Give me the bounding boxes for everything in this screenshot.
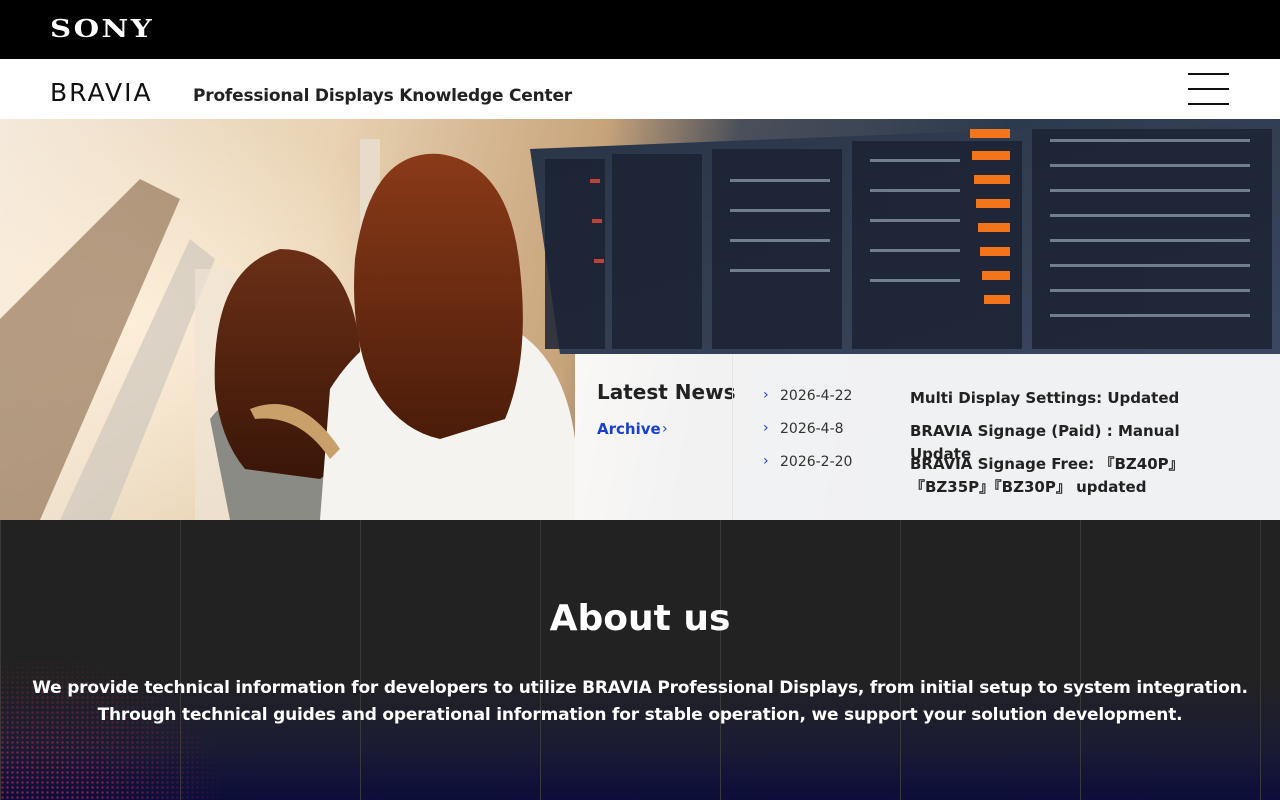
- grid-line: [360, 520, 361, 800]
- chevron-right-icon: ›: [763, 387, 769, 403]
- grid-line: [540, 520, 541, 800]
- news-date: 2026-2-20: [780, 454, 853, 470]
- menu-line: [1188, 88, 1229, 90]
- hamburger-menu-icon[interactable]: [1188, 73, 1230, 105]
- news-title[interactable]: Multi Display Settings: Updated: [910, 387, 1240, 410]
- grid-line: [1080, 520, 1081, 800]
- about-text-line-2: Through technical guides and operational…: [97, 705, 1183, 725]
- latest-news-panel: Latest News Archive › › 2026-4-22 Multi …: [575, 354, 1280, 520]
- about-title: About us: [549, 598, 731, 639]
- about-text-line-1: We provide technical information for dev…: [32, 678, 1248, 698]
- hero-image: Latest News Archive › › 2026-4-22 Multi …: [0, 119, 1280, 520]
- sony-bar: SONY: [0, 0, 1280, 59]
- chevron-right-icon: ›: [662, 421, 668, 437]
- news-title[interactable]: BRAVIA Signage Free: 『BZ40P』『BZ35P』『BZ30…: [910, 453, 1210, 499]
- menu-line: [1188, 73, 1229, 75]
- grid-line: [900, 520, 901, 800]
- menu-line: [1188, 103, 1229, 105]
- grid-line: [720, 520, 721, 800]
- sony-logo[interactable]: SONY: [50, 14, 154, 43]
- news-date: 2026-4-8: [780, 421, 844, 437]
- news-date: 2026-4-22: [780, 388, 853, 404]
- grid-line: [1260, 520, 1261, 800]
- site-title[interactable]: Professional Displays Knowledge Center: [193, 86, 572, 106]
- bravia-logo[interactable]: BRAVIA: [50, 80, 153, 105]
- archive-link[interactable]: Archive: [597, 420, 661, 438]
- site-header: BRAVIA Professional Displays Knowledge C…: [0, 59, 1280, 119]
- latest-news-heading: Latest News: [597, 380, 736, 404]
- chevron-right-icon: ›: [763, 453, 769, 469]
- news-divider: [732, 354, 733, 520]
- about-section: About us We provide technical informatio…: [0, 520, 1280, 800]
- chevron-right-icon: ›: [763, 420, 769, 436]
